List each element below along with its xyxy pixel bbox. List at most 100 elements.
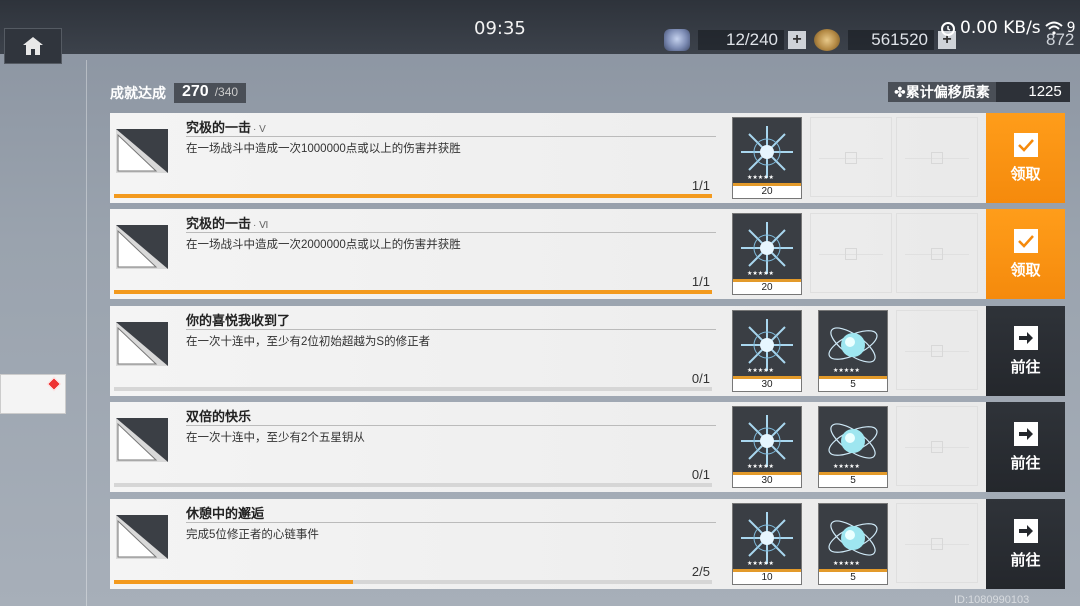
home-button[interactable] — [4, 28, 62, 64]
reward-slot[interactable]: ★★★★★ 30 — [732, 406, 802, 488]
achievement-title-text: 你的喜悦我收到了 — [186, 313, 291, 328]
reward-quantity: 20 — [733, 282, 801, 294]
achievement-title-text: 休憩中的邂逅 — [186, 506, 265, 521]
star-burst-icon — [741, 126, 793, 178]
achievement-title-text: 究极的一击 — [186, 216, 252, 231]
diamond-icon: ✤ — [894, 84, 906, 100]
reward-quantity: 5 — [819, 475, 887, 487]
reward-stars: ★★★★★ — [833, 368, 860, 374]
add-stamina-button[interactable]: + — [788, 31, 806, 49]
achievement-description: 在一场战斗中造成一次2000000点或以上的伤害并获胜 — [186, 239, 461, 251]
arrow-right-icon — [1013, 421, 1038, 446]
empty-reward-slot — [810, 213, 892, 293]
reward-stars: ★★★★★ — [747, 271, 774, 277]
claim-label: 领取 — [1010, 165, 1041, 183]
claim-label: 领取 — [1010, 261, 1041, 279]
reward-slot[interactable]: ★★★★★ 5 — [818, 406, 888, 488]
empty-reward-slot — [896, 310, 978, 390]
achievement-thumb-icon — [116, 515, 168, 559]
achievement-title-suffix: · Ⅵ — [253, 220, 269, 231]
reward-stars: ★★★★★ — [833, 464, 860, 470]
reward-quantity: 30 — [733, 379, 801, 391]
orb-icon — [828, 520, 878, 556]
reward-slot[interactable]: ★★★★★ 10 — [732, 503, 802, 585]
currency-value: 561520 — [848, 30, 934, 50]
accum-counter: ✤累计偏移质素 1225 — [888, 82, 1070, 102]
reward-quantity: 5 — [819, 379, 887, 391]
accum-label: ✤累计偏移质素 — [888, 82, 996, 102]
star-burst-icon — [741, 512, 793, 564]
goto-label: 前往 — [1010, 358, 1041, 376]
goto-button[interactable]: 前往 — [986, 306, 1065, 396]
check-icon — [1013, 228, 1038, 253]
achievement-title: 究极的一击 · V — [186, 117, 266, 136]
progress-bar — [114, 387, 712, 391]
progress-text: 0/1 — [691, 371, 710, 386]
claim-button[interactable]: 领取 — [986, 113, 1065, 203]
title-divider — [186, 425, 716, 426]
reward-stars: ★★★★★ — [747, 368, 774, 374]
progress-fill — [114, 194, 712, 198]
accum-value: 1225 — [995, 82, 1070, 102]
achievement-description: 在一次十连中，至少有2位初始超越为S的修正者 — [186, 336, 431, 348]
reward-quantity: 5 — [819, 572, 887, 584]
home-icon — [23, 37, 43, 55]
progress-bar — [114, 194, 712, 198]
progress-text: 1/1 — [691, 274, 710, 289]
achievement-count: 270 /340 — [174, 83, 247, 103]
player-id: ID:1080990103 — [954, 594, 1030, 606]
arrow-right-icon — [1013, 518, 1038, 543]
title-divider — [186, 136, 716, 137]
reward-stars: ★★★★★ — [833, 561, 860, 567]
achievement-title: 你的喜悦我收到了 — [186, 310, 292, 329]
progress-fill — [114, 290, 712, 294]
achievement-thumb — [116, 129, 168, 173]
star-burst-icon — [741, 222, 793, 274]
side-tab[interactable] — [0, 374, 66, 414]
progress-fill — [114, 580, 354, 584]
stamina-value: 12/240 — [698, 30, 784, 50]
achievement-thumb — [116, 418, 168, 462]
achievement-title: 休憩中的邂逅 — [186, 503, 266, 522]
title-divider — [186, 232, 716, 233]
reward-quantity: 20 — [733, 186, 801, 198]
reward-slot[interactable]: ★★★★★ 20 — [732, 117, 802, 199]
reward-slot[interactable]: ★★★★★ 20 — [732, 213, 802, 295]
achievement-thumb — [116, 225, 168, 269]
goto-label: 前往 — [1010, 454, 1041, 472]
empty-reward-slot — [896, 213, 978, 293]
goto-button[interactable]: 前往 — [986, 499, 1065, 589]
achievement-title: 双倍的快乐 — [186, 406, 253, 425]
orb-icon — [828, 327, 878, 363]
progress-text: 0/1 — [691, 467, 710, 482]
chip-icon — [664, 29, 690, 51]
reward-slot[interactable]: ★★★★★ 5 — [818, 310, 888, 392]
reward-stars: ★★★★★ — [747, 464, 774, 470]
currency-resource: 561520 + — [814, 29, 956, 51]
achievement-thumb-icon — [116, 418, 168, 462]
reward-quantity: 30 — [733, 475, 801, 487]
progress-bar — [114, 290, 712, 294]
reward-stars: ★★★★★ — [747, 175, 774, 181]
reward-stars: ★★★★★ — [747, 561, 774, 567]
achievement-row: 究极的一击 · V 在一场战斗中造成一次1000000点或以上的伤害并获胜 1/1 ★… — [110, 113, 1065, 203]
achievement-header: 成就达成 270 /340 — [110, 83, 247, 103]
arrow-right-icon — [1013, 325, 1038, 350]
achievement-thumb-icon — [116, 129, 168, 173]
reward-quantity: 10 — [733, 572, 801, 584]
claim-button[interactable]: 领取 — [986, 209, 1065, 299]
reward-slot[interactable]: ★★★★★ 5 — [818, 503, 888, 585]
reward-slot[interactable]: ★★★★★ 30 — [732, 310, 802, 392]
star-burst-icon — [741, 415, 793, 467]
goto-button[interactable]: 前往 — [986, 402, 1065, 492]
title-divider — [186, 329, 716, 330]
achievement-row: 双倍的快乐 在一次十连中，至少有2个五星钥从 0/1 ★★★★★ 30 ★★★★★ … — [110, 402, 1065, 492]
goto-label: 前往 — [1010, 551, 1041, 569]
progress-text: 2/5 — [691, 564, 710, 579]
achievement-row: 究极的一击 · Ⅵ 在一场战斗中造成一次2000000点或以上的伤害并获胜 1/1 ★… — [110, 209, 1065, 299]
progress-text: 1/1 — [691, 178, 710, 193]
check-icon — [1013, 132, 1038, 157]
achievement-total: /340 — [214, 85, 239, 99]
empty-reward-slot — [896, 117, 978, 197]
achievement-row: 你的喜悦我收到了在一次十连中，至少有2位初始超越为S的修正者 0/1 ★★★★★ … — [110, 306, 1065, 396]
